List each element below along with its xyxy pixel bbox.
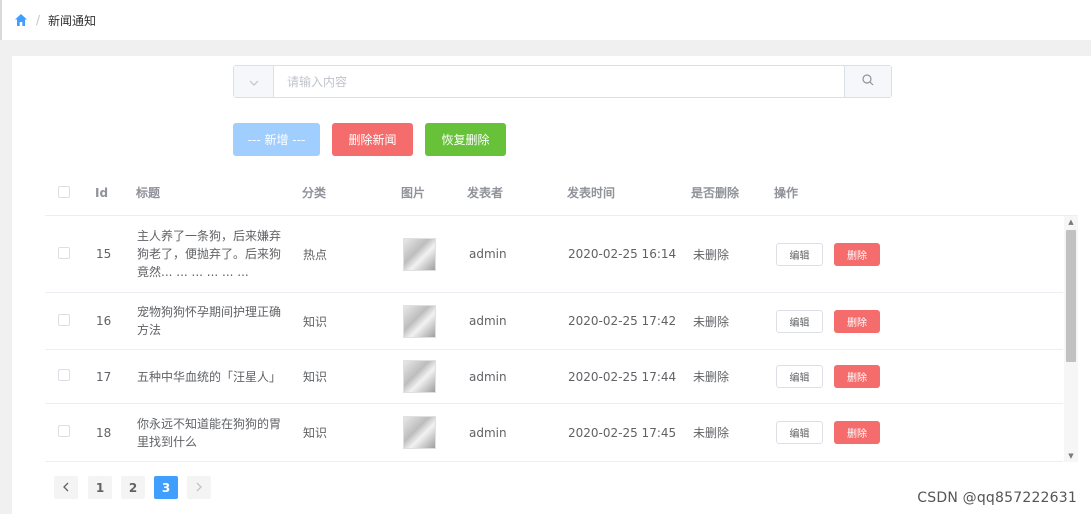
search-input[interactable] <box>274 66 844 97</box>
search-button[interactable] <box>844 66 891 97</box>
header-author: 发表者 <box>467 186 504 200</box>
breadcrumb: / 新闻通知 <box>0 0 1091 40</box>
scroll-up-arrow-icon[interactable]: ▲ <box>1064 216 1078 228</box>
delete-button[interactable]: 删除 <box>834 421 880 444</box>
home-icon[interactable] <box>14 13 28 27</box>
cell-deleted: 未删除 <box>693 247 730 262</box>
restore-deleted-button[interactable]: 恢复删除 <box>425 123 506 156</box>
header-ops: 操作 <box>774 186 799 200</box>
cell-category: 知识 <box>303 314 328 329</box>
cell-title: 五种中华血统的「汪星人」 <box>137 350 287 403</box>
row-checkbox[interactable] <box>58 425 70 437</box>
watermark: CSDN @qq857222631 <box>917 490 1077 506</box>
cell-title: 主人养了一条狗，后来嫌弃 狗老了，便抛弃了。后来狗 竟然... ... ... … <box>137 216 287 292</box>
add-news-button[interactable]: --- 新增 --- <box>233 123 320 156</box>
header-time: 发表时间 <box>567 186 616 200</box>
cell-ops: 编辑 删除 <box>776 216 880 292</box>
cell-category: 知识 <box>303 426 328 440</box>
header-category: 分类 <box>302 186 327 200</box>
search-bar <box>233 65 892 98</box>
scrollbar-thumb[interactable] <box>1066 230 1076 362</box>
chevron-down-icon <box>249 75 259 89</box>
cell-ops: 编辑 删除 <box>776 404 880 461</box>
row-checkbox[interactable] <box>58 369 70 381</box>
cell-author: admin <box>469 314 507 328</box>
chevron-right-icon <box>195 481 203 495</box>
title-line: 宠物狗狗怀孕期间护理正确 <box>137 305 282 319</box>
news-table: Id 标题 分类 图片 发表者 发表时间 是否删除 操作 15 主人养了一条狗，… <box>45 174 1078 462</box>
edit-button[interactable]: 编辑 <box>776 421 823 444</box>
scroll-down-arrow-icon[interactable]: ▼ <box>1064 450 1078 462</box>
cell-category: 热点 <box>303 247 328 262</box>
header-title: 标题 <box>136 186 161 200</box>
edit-button[interactable]: 编辑 <box>776 242 823 266</box>
cell-image <box>403 404 436 461</box>
table-row: 18 你永远不知道能在狗狗的胃 里找到什么 知识 admin 2020-02-2… <box>45 404 1063 461</box>
cell-deleted: 未删除 <box>693 314 730 329</box>
table-row: 15 主人养了一条狗，后来嫌弃 狗老了，便抛弃了。后来狗 竟然... ... .… <box>45 216 1063 293</box>
delete-button[interactable]: 删除 <box>834 365 880 388</box>
cell-time: 2020-02-25 17:44 <box>568 369 677 384</box>
cell-time: 2020-02-25 17:42 <box>568 314 677 328</box>
row-checkbox[interactable] <box>58 314 70 326</box>
row-checkbox[interactable] <box>58 247 70 259</box>
cell-title: 宠物狗狗怀孕期间护理正确 方法 <box>137 293 287 349</box>
header-id: Id <box>95 186 109 200</box>
cell-ops: 编辑 删除 <box>776 350 880 403</box>
header-image: 图片 <box>401 186 426 200</box>
news-thumbnail <box>403 237 436 271</box>
search-category-select[interactable] <box>234 66 274 97</box>
cell-category: 知识 <box>303 370 328 384</box>
title-line: 狗老了，便抛弃了。后来狗 <box>137 247 282 261</box>
cell-image <box>403 216 436 292</box>
page-button-3[interactable]: 3 <box>154 476 178 499</box>
search-icon <box>862 74 874 89</box>
edit-button[interactable]: 编辑 <box>776 365 823 388</box>
header-deleted: 是否删除 <box>691 186 740 200</box>
cell-ops: 编辑 删除 <box>776 293 880 349</box>
page-button-1[interactable]: 1 <box>88 476 112 499</box>
cell-image <box>403 350 436 403</box>
news-thumbnail <box>403 416 436 449</box>
news-thumbnail <box>403 360 436 393</box>
title-line: 你永远不知道能在狗狗的胃 <box>137 416 282 431</box>
chevron-left-icon <box>62 481 70 495</box>
edit-button[interactable]: 编辑 <box>776 309 823 333</box>
title-line: 主人养了一条狗，后来嫌弃 <box>137 229 282 243</box>
delete-news-button[interactable]: 删除新闻 <box>332 123 413 156</box>
cell-title: 你永远不知道能在狗狗的胃 里找到什么 <box>137 404 287 461</box>
cell-time: 2020-02-25 16:14 <box>568 247 677 261</box>
delete-button[interactable]: 删除 <box>834 242 880 266</box>
title-line: 里找到什么 <box>137 434 198 449</box>
cell-author: admin <box>469 247 507 261</box>
table-row: 16 宠物狗狗怀孕期间护理正确 方法 知识 admin 2020-02-25 1… <box>45 293 1063 350</box>
cell-deleted: 未删除 <box>693 370 730 384</box>
prev-page-button[interactable] <box>54 476 78 499</box>
select-all-checkbox[interactable] <box>58 186 70 198</box>
title-line: 竟然... ... ... ... ... ... <box>137 265 249 279</box>
title-line: 五种中华血统的「汪星人」 <box>137 369 282 384</box>
table-header: Id 标题 分类 图片 发表者 发表时间 是否删除 操作 <box>45 174 1078 216</box>
table-row: 17 五种中华血统的「汪星人」 知识 admin 2020-02-25 17:4… <box>45 350 1063 404</box>
cell-id: 18 <box>96 425 112 440</box>
next-page-button[interactable] <box>187 476 211 499</box>
cell-id: 15 <box>96 247 112 261</box>
table-body: 15 主人养了一条狗，后来嫌弃 狗老了，便抛弃了。后来狗 竟然... ... .… <box>45 216 1063 462</box>
breadcrumb-current: 新闻通知 <box>48 13 97 28</box>
page-button-2[interactable]: 2 <box>121 476 145 499</box>
cell-id: 17 <box>96 369 112 384</box>
main-panel: --- 新增 --- 删除新闻 恢复删除 Id 标题 分类 图片 发表者 发表时… <box>12 56 1091 514</box>
cell-id: 16 <box>96 314 112 328</box>
cell-deleted: 未删除 <box>693 426 730 440</box>
cell-author: admin <box>469 425 507 440</box>
cell-time: 2020-02-25 17:45 <box>568 425 677 440</box>
table-scrollbar[interactable]: ▲ ▼ <box>1064 216 1078 462</box>
breadcrumb-separator: / <box>36 13 41 27</box>
news-thumbnail <box>403 304 436 338</box>
cell-image <box>403 293 436 349</box>
delete-button[interactable]: 删除 <box>834 309 880 333</box>
title-line: 方法 <box>137 323 162 337</box>
cell-author: admin <box>469 369 507 384</box>
